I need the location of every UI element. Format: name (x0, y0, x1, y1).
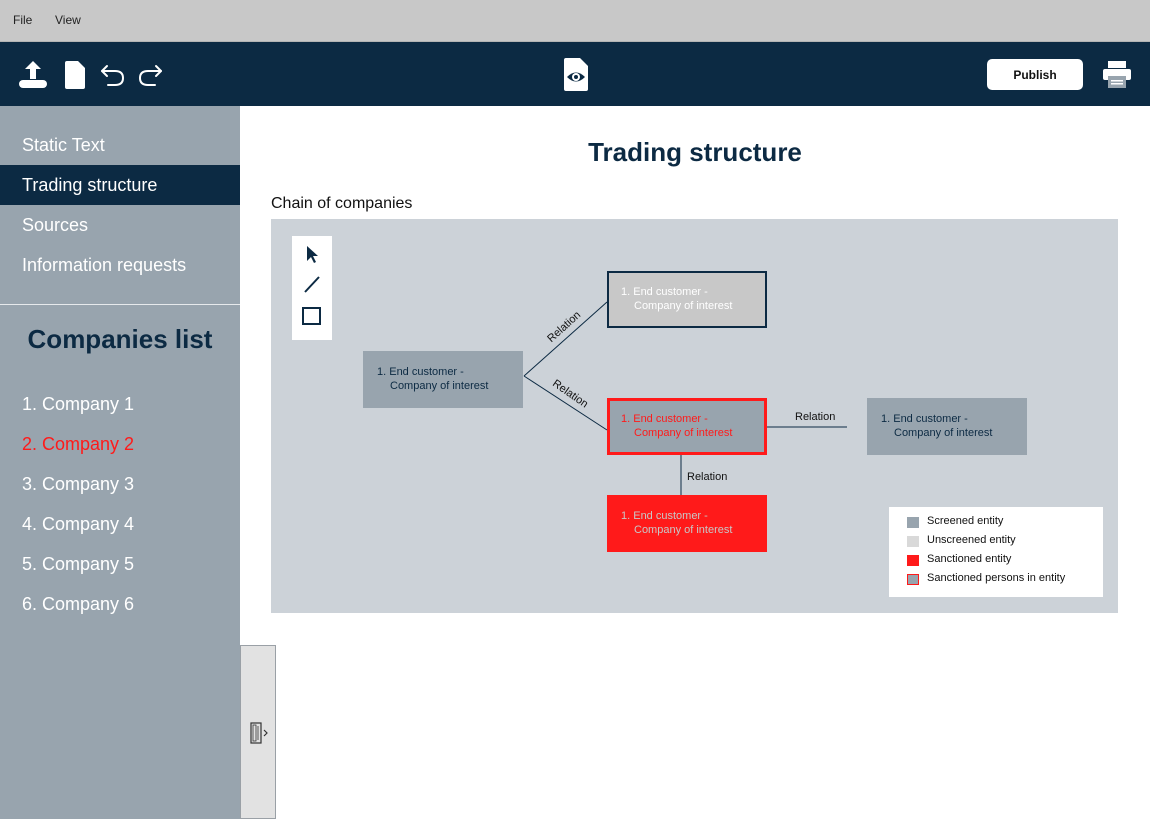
nav-item-sources[interactable]: Sources (0, 205, 240, 245)
preview-icon[interactable] (561, 57, 591, 92)
entity-name: 1. End customer - (621, 413, 708, 425)
company-item[interactable]: 3. Company 3 (22, 474, 134, 495)
relation-label: Relation (795, 411, 836, 423)
menu-file[interactable]: File (13, 13, 32, 27)
legend-swatch-screened (907, 517, 919, 528)
company-item-selected[interactable]: 2. Company 2 (22, 434, 134, 455)
toolbar: Publish (0, 42, 1150, 106)
sidebar-divider (0, 304, 240, 305)
entity-role: Company of interest (634, 524, 733, 536)
upload-icon[interactable] (18, 59, 48, 89)
entity-node-screened[interactable]: 1. End customer - Company of interest (867, 398, 1027, 455)
entity-role: Company of interest (894, 427, 993, 439)
page-title: Trading structure (588, 137, 802, 167)
entity-name: 1. End customer - (621, 510, 708, 522)
print-icon[interactable] (1102, 59, 1132, 89)
nav-item-information-requests[interactable]: Information requests (0, 245, 240, 285)
publish-button[interactable]: Publish (987, 59, 1083, 90)
entity-name: 1. End customer - (377, 366, 464, 378)
entity-node-unscreened[interactable]: 1. End customer - Company of interest (607, 271, 767, 328)
nav-item-static-text[interactable]: Static Text (0, 125, 240, 165)
entity-name: 1. End customer - (621, 286, 708, 298)
legend-label: Screened entity (927, 515, 1004, 527)
company-item[interactable]: 5. Company 5 (22, 554, 134, 575)
legend-label: Sanctioned persons in entity (927, 572, 1066, 584)
diagram-canvas[interactable]: Relation Relation Relation Relation 1. E… (271, 219, 1118, 613)
entity-node-sanctioned[interactable]: 1. End customer - Company of interest (607, 495, 767, 552)
redo-icon[interactable] (136, 62, 164, 88)
companies-list-title: Companies list (27, 324, 213, 354)
diagram-legend: Screened entity Unscreened entity Sancti… (889, 507, 1103, 597)
new-document-icon[interactable] (63, 60, 87, 90)
panel-toggle-button[interactable] (240, 645, 276, 819)
legend-label: Sanctioned entity (927, 553, 1012, 565)
sidebar: Static Text Trading structure Sources In… (0, 106, 240, 819)
company-item[interactable]: 1. Company 1 (22, 394, 134, 415)
section-label: Chain of companies (271, 195, 413, 212)
entity-node-sanctioned-persons[interactable]: 1. End customer - Company of interest (607, 398, 767, 455)
company-item[interactable]: 4. Company 4 (22, 514, 134, 535)
legend-swatch-sanctioned-persons (907, 574, 919, 585)
entity-role: Company of interest (390, 380, 489, 392)
legend-label: Unscreened entity (927, 534, 1016, 546)
menu-bar: File View (0, 0, 1150, 42)
menu-view[interactable]: View (55, 13, 81, 27)
relation-label: Relation (687, 471, 728, 483)
legend-swatch-unscreened (907, 536, 919, 547)
entity-node-screened[interactable]: 1. End customer - Company of interest (363, 351, 523, 408)
undo-icon[interactable] (99, 62, 127, 88)
legend-swatch-sanctioned (907, 555, 919, 566)
entity-name: 1. End customer - (881, 413, 968, 425)
nav-item-trading-structure[interactable]: Trading structure (0, 165, 240, 205)
panel-expand-icon (250, 722, 268, 744)
entity-role: Company of interest (634, 427, 733, 439)
entity-role: Company of interest (634, 300, 733, 312)
company-item[interactable]: 6. Company 6 (22, 594, 134, 615)
